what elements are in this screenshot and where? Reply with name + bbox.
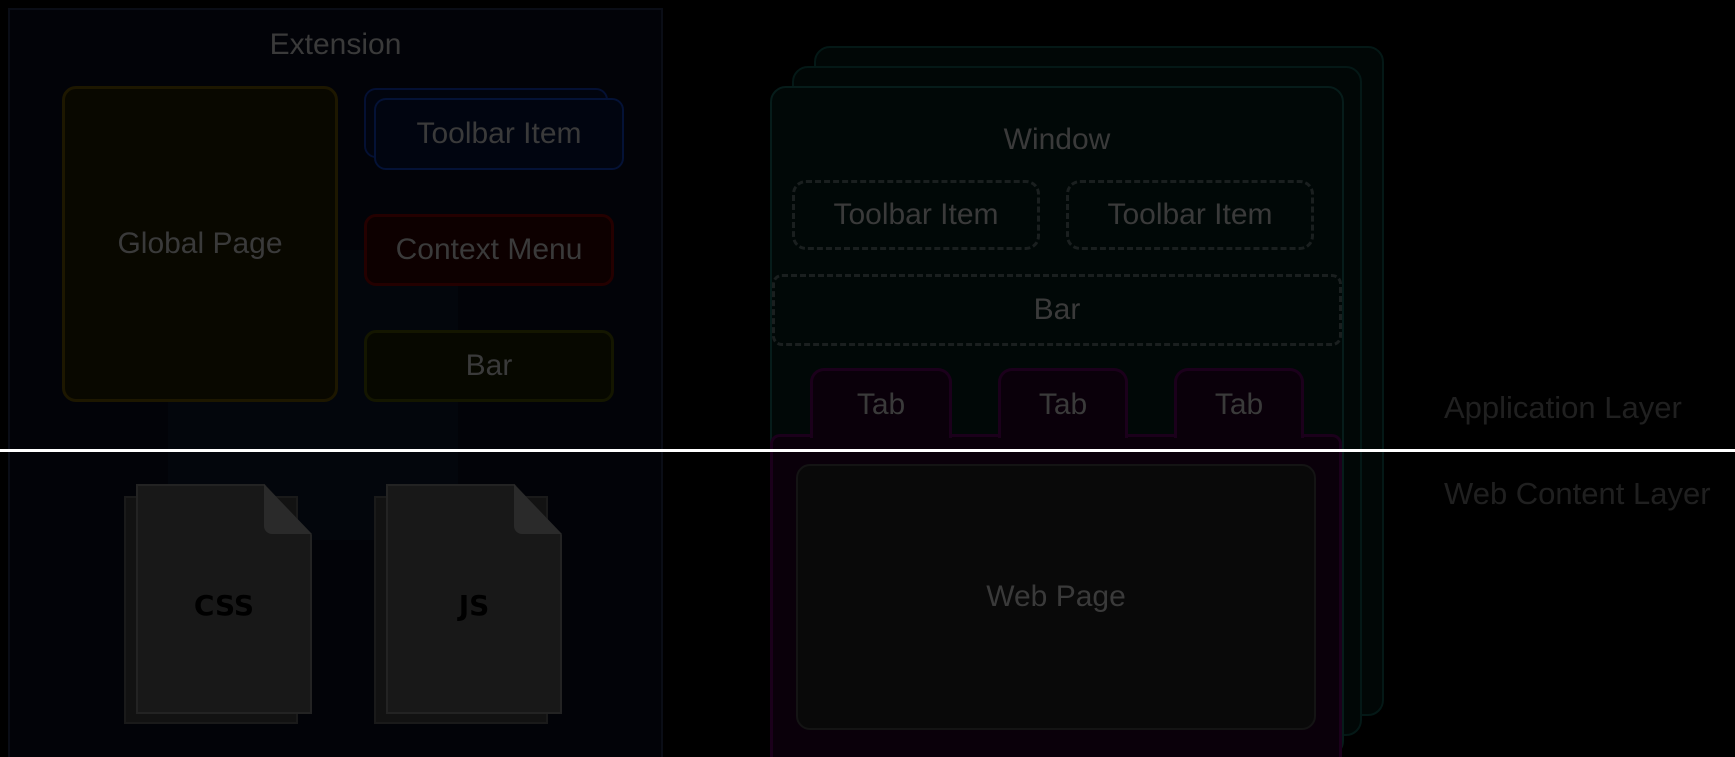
web-content-layer-label: Web Content Layer — [1444, 476, 1711, 511]
application-layer-label: Application Layer — [1444, 390, 1682, 425]
extension-toolbar-item-box: Toolbar Item — [374, 98, 624, 170]
context-menu-box: Context Menu — [364, 214, 614, 286]
tab-2: Tab — [998, 368, 1128, 438]
window-title: Window — [1003, 123, 1111, 156]
window-toolbar-item-1: Toolbar Item — [792, 180, 1040, 250]
window-toolbar-item-2: Toolbar Item — [1066, 180, 1314, 250]
css-file-label: CSS — [193, 588, 255, 622]
extension-bar-box: Bar — [364, 330, 614, 402]
window-bar: Bar — [772, 274, 1342, 346]
js-file-label: JS — [458, 588, 490, 622]
extension-title: Extension — [269, 28, 402, 61]
tab-3: Tab — [1174, 368, 1304, 438]
web-page-box: Web Page — [796, 464, 1316, 730]
global-page-box: Global Page — [62, 86, 338, 402]
tab-1: Tab — [810, 368, 952, 438]
layer-divider-line — [0, 449, 1735, 452]
